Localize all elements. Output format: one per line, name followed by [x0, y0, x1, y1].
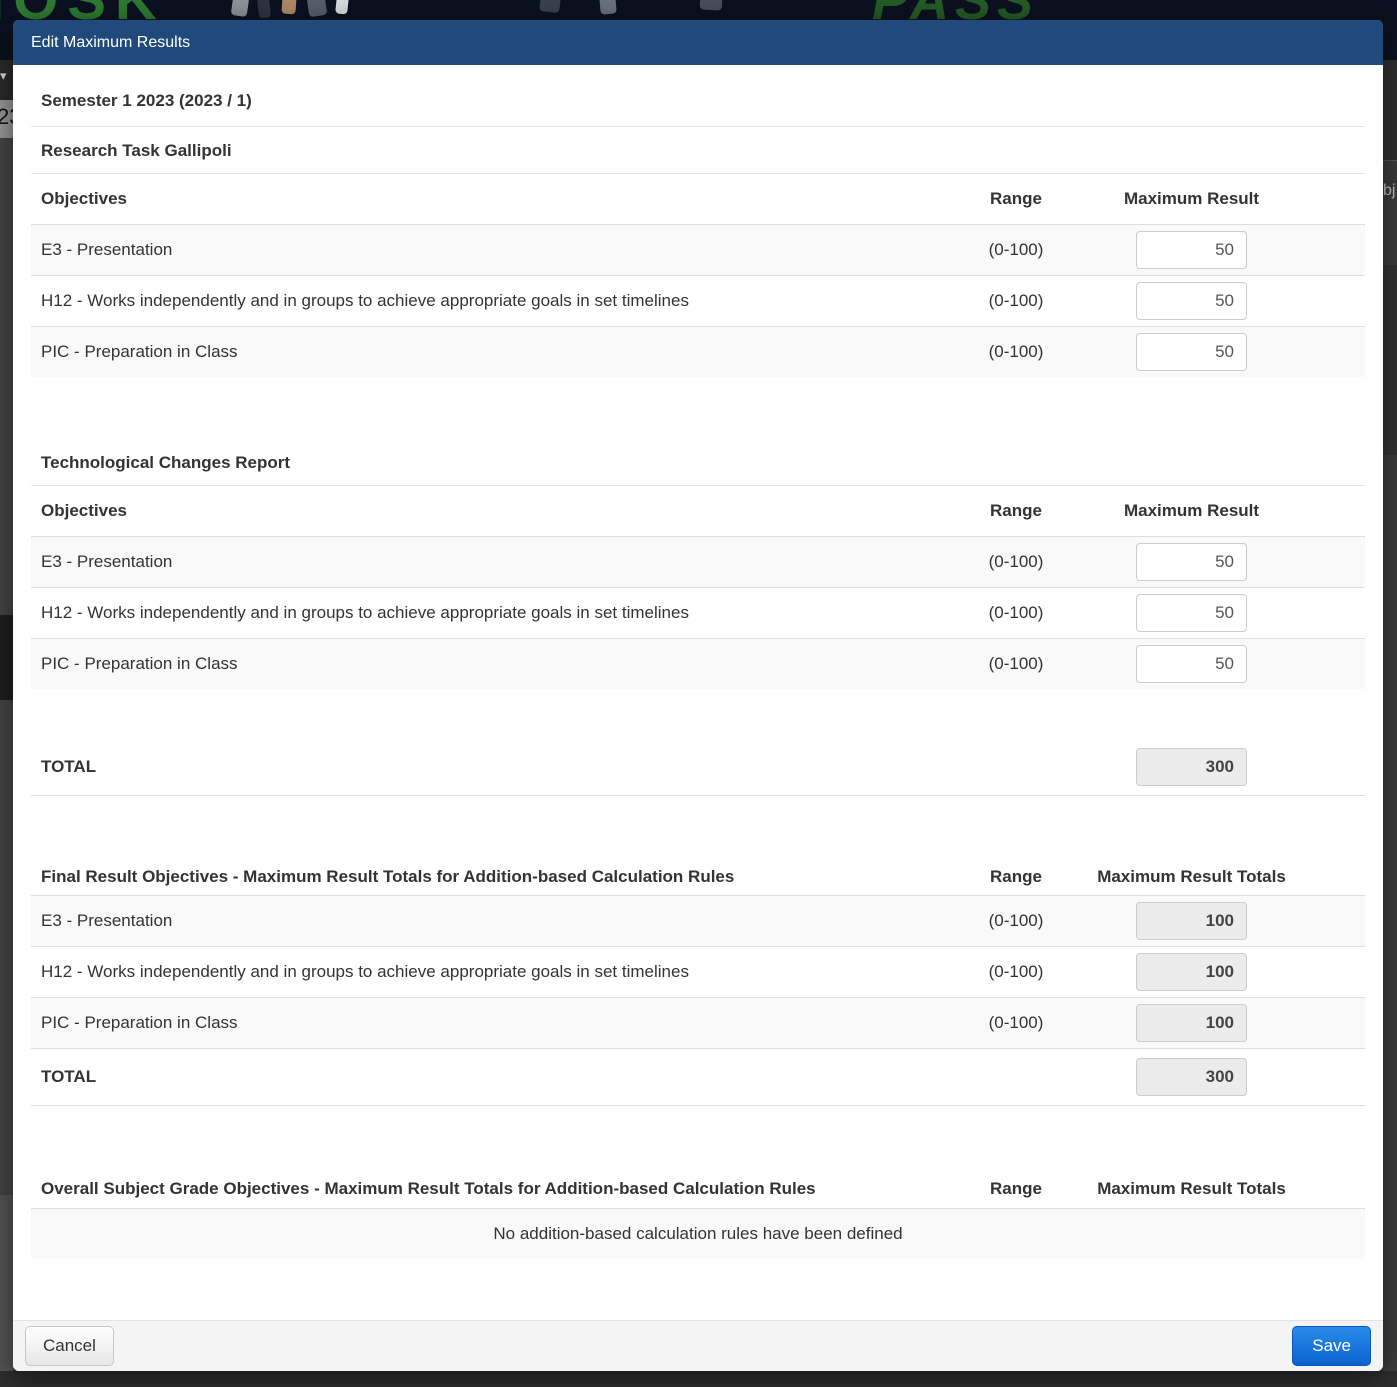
max-result-input[interactable] — [1136, 282, 1247, 320]
dialog-title: Edit Maximum Results — [31, 34, 190, 52]
task-heading: Research Task Gallipoli — [31, 127, 1365, 174]
background-right-strip-segment — [1383, 265, 1397, 455]
max-result-input[interactable] — [1136, 333, 1247, 371]
range-value: (0-100) — [951, 650, 1081, 678]
objective-label: PIC - Preparation in Class — [31, 333, 951, 371]
range-value: (0-100) — [951, 599, 1081, 627]
banner-figure — [231, 0, 250, 17]
max-result-totals-column-header: Maximum Result Totals — [1136, 1175, 1247, 1203]
range-value: (0-100) — [951, 958, 1081, 986]
overall-section-header-row: Overall Subject Grade Objectives - Maxim… — [31, 1170, 1365, 1208]
table-row: E3 - Presentation (0-100) — [31, 537, 1365, 587]
range-value: (0-100) — [951, 1009, 1081, 1037]
table-row: PIC - Preparation in Class (0-100) — [31, 997, 1365, 1048]
max-result-total-input — [1136, 1004, 1247, 1042]
max-result-total-input — [1136, 953, 1247, 991]
semester-heading: Semester 1 2023 (2023 / 1) — [31, 65, 1365, 127]
total-label: TOTAL — [31, 1067, 951, 1087]
cancel-button[interactable]: Cancel — [25, 1326, 114, 1366]
banner-figure — [539, 0, 561, 13]
background-right-strip: bj — [1383, 60, 1397, 1371]
table-row: H12 - Works independently and in groups … — [31, 946, 1365, 997]
range-value: (0-100) — [951, 548, 1081, 576]
chevron-down-icon: ▾ — [0, 68, 7, 84]
table-row: H12 - Works independently and in groups … — [31, 587, 1365, 638]
background-text-fragment: bj — [1383, 182, 1395, 200]
background-left-strip-segment — [0, 615, 13, 700]
range-value: (0-100) — [951, 287, 1081, 315]
total-row: TOTAL — [31, 739, 1365, 796]
final-section-heading: Final Result Objectives - Maximum Result… — [31, 858, 951, 895]
max-result-input[interactable] — [1136, 594, 1247, 632]
objectives-column-header: Objectives — [31, 492, 951, 530]
empty-rules-message: No addition-based calculation rules have… — [31, 1209, 1365, 1259]
total-value-input — [1136, 1058, 1247, 1096]
max-result-totals-column-header: Maximum Result Totals — [1136, 863, 1247, 891]
task-heading: Technological Changes Report — [31, 439, 1365, 486]
banner-figure — [257, 0, 271, 19]
dialog-body: Semester 1 2023 (2023 / 1) Research Task… — [13, 65, 1383, 1320]
table-row: H12 - Works independently and in groups … — [31, 275, 1365, 326]
background-left-strip-segment — [0, 1195, 13, 1371]
background-bottom-strip — [0, 1371, 1397, 1387]
edit-maximum-results-dialog: Edit Maximum Results Semester 1 2023 (20… — [13, 20, 1383, 1371]
banner-figure — [700, 0, 723, 11]
objectives-column-header: Objectives — [31, 180, 951, 218]
max-result-column-header: Maximum Result — [1136, 497, 1247, 525]
range-value: (0-100) — [951, 236, 1081, 264]
table-header-row: Objectives Range Maximum Result — [31, 174, 1365, 225]
total-label: TOTAL — [31, 757, 951, 777]
background-number-fragment: 23 — [0, 104, 13, 130]
banner-figure — [599, 0, 617, 15]
total-value-input — [1136, 748, 1247, 786]
table-row: E3 - Presentation (0-100) — [31, 896, 1365, 946]
objective-label: H12 - Works independently and in groups … — [31, 282, 951, 320]
max-result-input[interactable] — [1136, 543, 1247, 581]
range-value: (0-100) — [951, 338, 1081, 366]
table-row: E3 - Presentation (0-100) — [31, 225, 1365, 275]
overall-section-heading: Overall Subject Grade Objectives - Maxim… — [31, 1170, 951, 1207]
banner-figure — [335, 0, 349, 15]
max-result-total-input — [1136, 902, 1247, 940]
dialog-header: Edit Maximum Results — [13, 20, 1383, 65]
dialog-footer: Cancel Save — [13, 1320, 1383, 1371]
objective-label: H12 - Works independently and in groups … — [31, 953, 951, 991]
objective-label: PIC - Preparation in Class — [31, 1004, 951, 1042]
range-column-header: Range — [951, 863, 1081, 891]
range-column-header: Range — [951, 1175, 1081, 1203]
objective-label: E3 - Presentation — [31, 231, 951, 269]
objective-label: PIC - Preparation in Class — [31, 645, 951, 683]
range-column-header: Range — [951, 497, 1081, 525]
objective-label: E3 - Presentation — [31, 543, 951, 581]
final-section-header-row: Final Result Objectives - Maximum Result… — [31, 858, 1365, 896]
banner-figure — [281, 0, 296, 14]
table-row: PIC - Preparation in Class (0-100) — [31, 326, 1365, 377]
final-total-row: TOTAL — [31, 1048, 1365, 1106]
background-right-strip-segment — [1383, 60, 1397, 161]
max-result-column-header: Maximum Result — [1136, 185, 1247, 213]
max-result-input[interactable] — [1136, 645, 1247, 683]
max-result-input[interactable] — [1136, 231, 1247, 269]
background-left-strip: ▾ 23 — [0, 60, 13, 1371]
range-value: (0-100) — [951, 907, 1081, 935]
range-column-header: Range — [951, 185, 1081, 213]
save-button[interactable]: Save — [1292, 1326, 1371, 1366]
banner-figure — [307, 0, 328, 17]
objective-label: H12 - Works independently and in groups … — [31, 594, 951, 632]
table-row: PIC - Preparation in Class (0-100) — [31, 638, 1365, 689]
table-header-row: Objectives Range Maximum Result — [31, 486, 1365, 537]
objective-label: E3 - Presentation — [31, 902, 951, 940]
